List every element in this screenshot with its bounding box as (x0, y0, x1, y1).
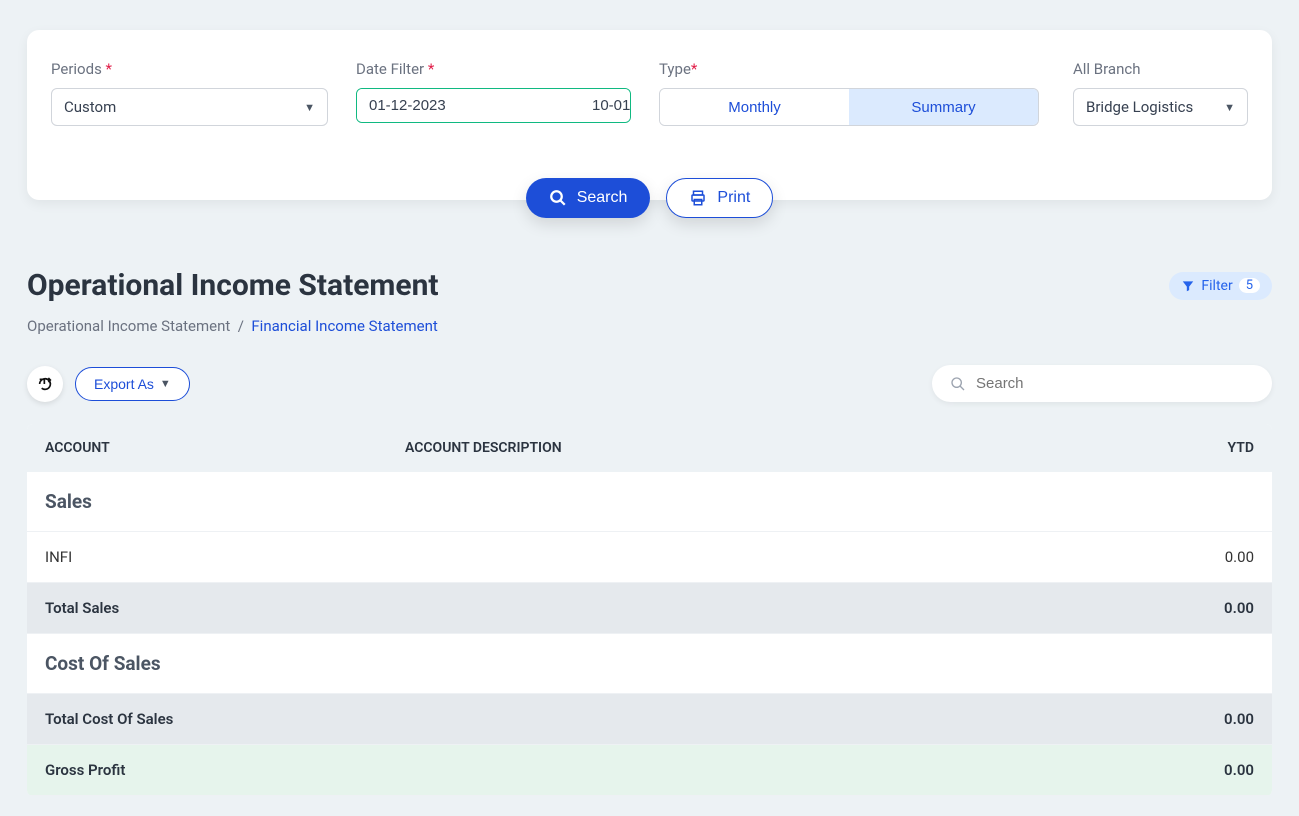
header-ytd: YTD (1134, 440, 1254, 456)
branch-field: All Branch Bridge Logistics ▼ (1073, 60, 1248, 126)
print-button-label: Print (717, 189, 750, 207)
periods-label: Periods * (51, 60, 328, 78)
income-table: ACCOUNT ACCOUNT DESCRIPTION YTD Sales IN… (27, 424, 1272, 796)
breadcrumb-current: Operational Income Statement (27, 317, 230, 335)
branch-select[interactable]: Bridge Logistics ▼ (1073, 88, 1248, 126)
row-total-cos: Total Cost Of Sales0.00 (27, 694, 1272, 745)
periods-field: Periods * Custom ▼ (51, 60, 328, 126)
filter-icon (1181, 279, 1195, 293)
header-description: ACCOUNT DESCRIPTION (405, 440, 1134, 456)
search-icon (549, 189, 567, 207)
filter-card: Periods * Custom ▼ Date Filter * (27, 30, 1272, 200)
filter-chip-label: Filter (1201, 278, 1232, 294)
periods-select[interactable]: Custom ▼ (51, 88, 328, 126)
refresh-button[interactable] (27, 366, 63, 402)
type-field: Type* Monthly Summary (659, 60, 1045, 126)
type-summary-button[interactable]: Summary (849, 89, 1038, 125)
branch-value: Bridge Logistics (1086, 98, 1193, 116)
breadcrumb-link[interactable]: Financial Income Statement (251, 317, 437, 335)
caret-down-icon: ▼ (304, 101, 315, 114)
export-button-label: Export As (94, 376, 154, 392)
print-button[interactable]: Print (666, 178, 773, 218)
branch-label: All Branch (1073, 60, 1248, 78)
page-title: Operational Income Statement (27, 268, 439, 303)
table-header: ACCOUNT ACCOUNT DESCRIPTION YTD (27, 424, 1272, 472)
search-input[interactable] (976, 375, 1254, 392)
caret-down-icon: ▼ (160, 378, 171, 390)
type-label: Type* (659, 60, 1045, 78)
type-monthly-button[interactable]: Monthly (660, 89, 849, 125)
filter-chip[interactable]: Filter 5 (1169, 272, 1272, 300)
table-search[interactable] (932, 365, 1272, 402)
date-from-input[interactable] (357, 89, 580, 122)
row-gross-profit: Gross Profit0.00 (27, 745, 1272, 796)
search-icon (950, 376, 966, 392)
table-row: INFI0.00 (27, 532, 1272, 583)
search-button[interactable]: Search (526, 178, 651, 218)
type-toggle: Monthly Summary (659, 88, 1039, 126)
section-sales: Sales (27, 472, 1272, 532)
export-button[interactable]: Export As ▼ (75, 367, 190, 401)
date-filter-label: Date Filter * (356, 60, 631, 78)
refresh-icon (37, 376, 53, 392)
date-filter-field: Date Filter * (356, 60, 631, 123)
caret-down-icon: ▼ (1224, 101, 1235, 114)
search-button-label: Search (577, 189, 628, 207)
print-icon (689, 189, 707, 207)
row-total-sales: Total Sales0.00 (27, 583, 1272, 634)
section-cost-of-sales: Cost Of Sales (27, 634, 1272, 694)
date-range (356, 88, 631, 123)
header-account: ACCOUNT (45, 440, 405, 456)
periods-value: Custom (64, 98, 116, 116)
date-to-input[interactable] (580, 89, 631, 122)
breadcrumb: Operational Income Statement / Financial… (27, 317, 1272, 335)
filter-count: 5 (1239, 278, 1260, 293)
